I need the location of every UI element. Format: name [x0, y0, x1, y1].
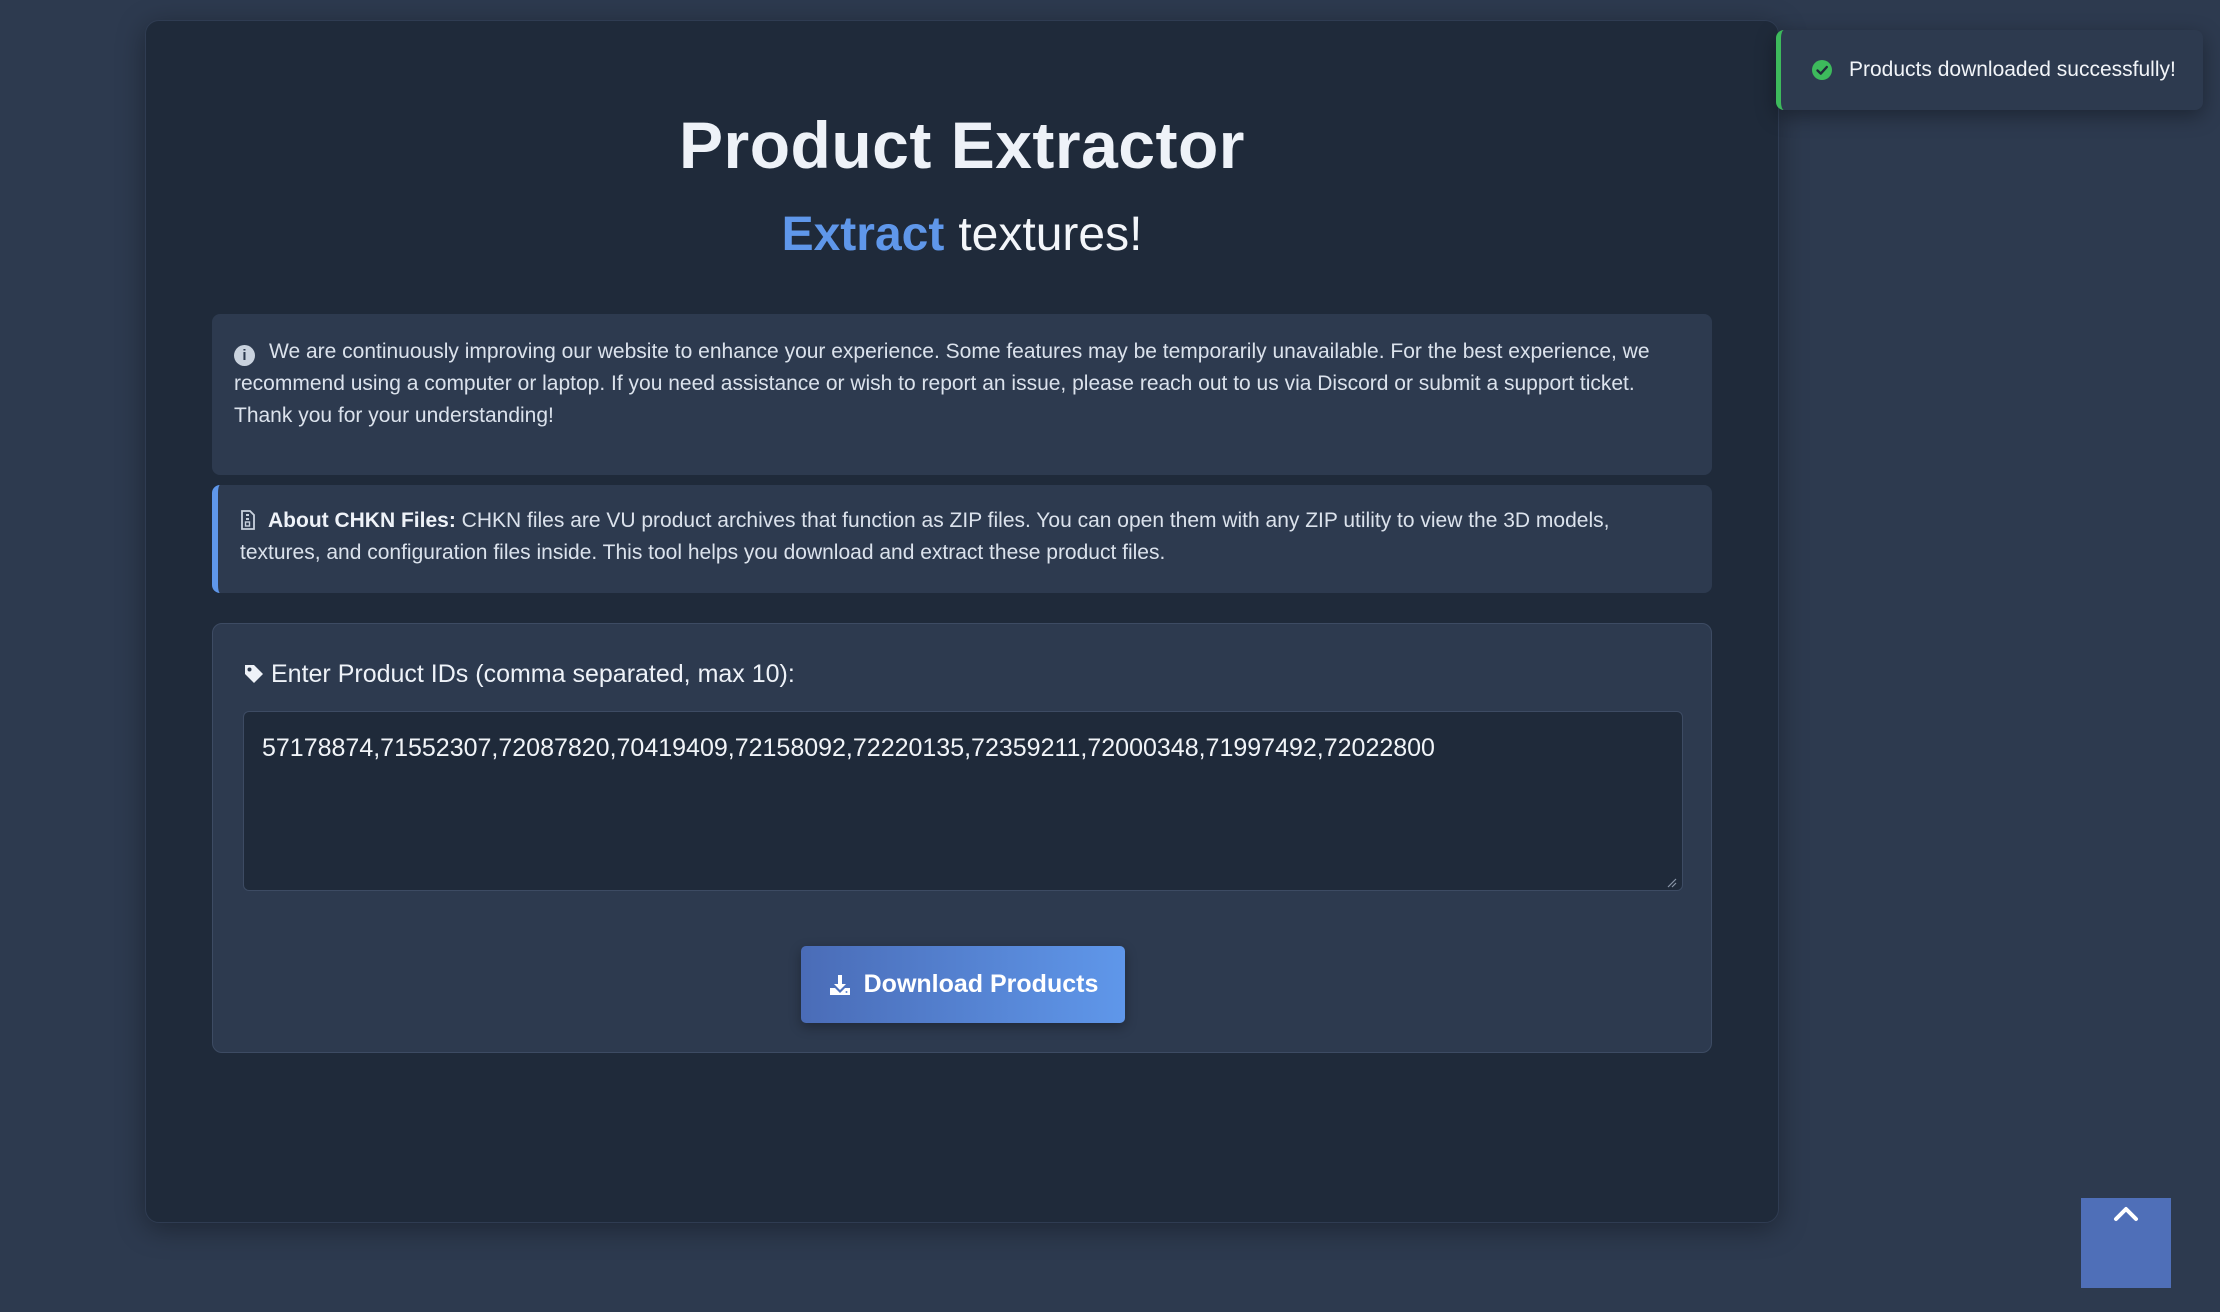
toast-message: Products downloaded successfully!	[1849, 58, 2176, 81]
download-icon	[829, 974, 850, 995]
chevron-up-icon	[2114, 1207, 2138, 1221]
resize-grip-icon[interactable]	[1667, 878, 1677, 888]
page-subtitle: Extract textures!	[146, 207, 1778, 262]
main-card: Product Extractor Extract textures! i We a…	[145, 20, 1779, 1223]
success-toast[interactable]: Products downloaded successfully!	[1776, 30, 2203, 110]
info-circle-icon: i	[234, 345, 255, 366]
product-ids-label: Enter Product IDs (comma separated, max …	[243, 660, 795, 689]
download-products-button[interactable]: Download Products	[801, 946, 1125, 1023]
file-zip-icon	[241, 510, 255, 530]
notice-box: i We are continuously improving our websi…	[212, 314, 1712, 475]
subtitle-accent: Extract	[781, 208, 945, 261]
notice-text: We are continuously improving our websit…	[234, 340, 1650, 427]
about-heading: About CHKN Files:	[268, 509, 456, 532]
scroll-to-top-button[interactable]	[2081, 1198, 2171, 1288]
page-title: Product Extractor	[679, 108, 1245, 182]
product-form: Enter Product IDs (comma separated, max …	[212, 623, 1712, 1053]
about-chkn-box: About CHKN Files: CHKN files are VU prod…	[212, 485, 1712, 593]
download-button-label: Download Products	[863, 970, 1099, 998]
product-ids-input[interactable]: 57178874,71552307,72087820,70419409,7215…	[243, 711, 1683, 891]
check-circle-icon	[1812, 60, 1832, 80]
tag-icon	[245, 665, 263, 683]
product-ids-label-text: Enter Product IDs (comma separated, max …	[271, 660, 795, 688]
subtitle-rest: textures!	[958, 208, 1143, 261]
